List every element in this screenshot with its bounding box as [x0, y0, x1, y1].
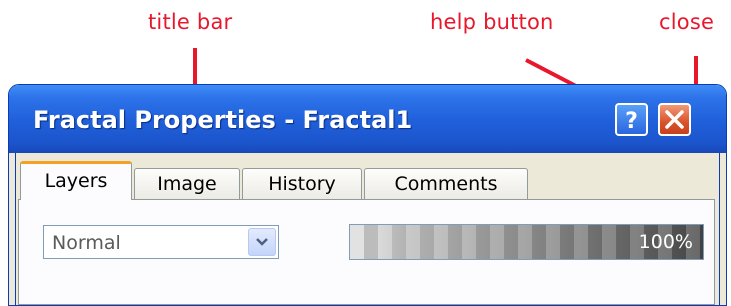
- chevron-down-icon: [256, 238, 268, 246]
- tab-image[interactable]: Image: [134, 168, 240, 199]
- question-mark-icon: ?: [625, 109, 638, 134]
- tab-history[interactable]: History: [242, 168, 362, 199]
- blend-mode-value: Normal: [52, 232, 121, 254]
- svg-text:?: ?: [625, 109, 638, 134]
- help-button[interactable]: ?: [615, 103, 648, 136]
- layers-panel: Normal 100%: [18, 199, 715, 305]
- window-title: Fractal Properties - Fractal1: [33, 106, 413, 134]
- properties-window: Fractal Properties - Fractal1 ? Layers I…: [8, 84, 727, 306]
- close-button[interactable]: [658, 103, 691, 136]
- tab-strip: Layers Image History Comments: [16, 157, 719, 200]
- opacity-value: 100%: [638, 231, 693, 253]
- close-icon: [665, 110, 684, 129]
- tab-comments[interactable]: Comments: [364, 168, 528, 199]
- blend-mode-dropdown[interactable]: Normal: [43, 225, 279, 259]
- title-bar[interactable]: Fractal Properties - Fractal1 ?: [9, 85, 726, 153]
- dropdown-button[interactable]: [248, 228, 276, 256]
- dialog-client-area: Layers Image History Comments Normal 100…: [15, 153, 720, 305]
- tab-layers[interactable]: Layers: [20, 161, 132, 200]
- opacity-slider[interactable]: 100%: [349, 224, 704, 260]
